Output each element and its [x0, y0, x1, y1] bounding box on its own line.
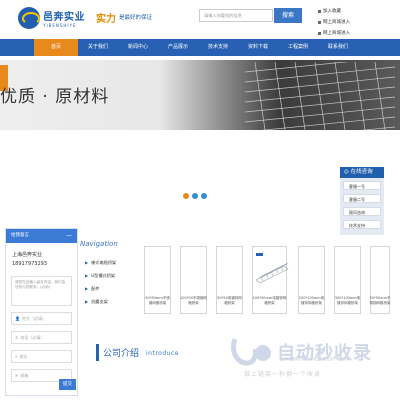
- nav-item-about[interactable]: 关于我们: [78, 39, 118, 56]
- category-item[interactable]: ▶ 配件: [85, 282, 116, 295]
- quick-link-favorite[interactable]: 加入收藏: [318, 6, 386, 17]
- online-service-panel: ◎ 在线咨询 客服一号 客服二号 顾问咨询 技术支持: [340, 167, 384, 235]
- nav-item-news[interactable]: 新闻中心: [118, 39, 158, 56]
- chat-company: 上海邑奔实业: [12, 252, 43, 258]
- search-button[interactable]: 搜索: [274, 8, 302, 23]
- product-caption[interactable]: 300*100mm电镀锌网格桥架: [334, 296, 361, 305]
- carousel-dots: [183, 193, 207, 199]
- slogan-sub: 是最好的保证: [119, 15, 153, 21]
- phone-icon: ✆: [15, 335, 19, 340]
- service-item[interactable]: 客服一号: [343, 181, 381, 190]
- carousel-dot[interactable]: [192, 193, 198, 199]
- product-caption[interactable]: 50*50mm不锈钢网格桥架: [368, 296, 392, 305]
- service-item[interactable]: 顾问咨询: [343, 207, 381, 216]
- user-icon: 👤: [15, 316, 20, 321]
- nav-item-contact[interactable]: 联系我们: [318, 39, 358, 56]
- category-item[interactable]: ▶ 抗震支架: [85, 295, 116, 308]
- nav-item-home[interactable]: 首页: [34, 39, 78, 56]
- quick-links: 加入收藏 网上商城进入 网上商城进入: [318, 6, 386, 39]
- nav-item-products[interactable]: 产品展示: [158, 39, 198, 56]
- category-label: U型槽式桥架: [91, 272, 116, 278]
- message-textarea[interactable]: 请您在此输入留言内容，我们会尽快与您联系。(必填): [11, 276, 72, 306]
- logo-en: YIBENSHIYE: [43, 22, 77, 28]
- arrow-right-icon: ▶: [85, 299, 89, 304]
- nav-item-cases[interactable]: 工程案例: [278, 39, 318, 56]
- about-title-en: introduce: [146, 350, 179, 357]
- service-list: 客服一号 客服二号 顾问咨询 技术支持: [340, 178, 384, 235]
- address-field[interactable]: ⌖ 地址: [11, 350, 72, 363]
- logo-cn: 邑奔实业: [43, 11, 85, 23]
- quick-link-label: 网上商城进入: [323, 20, 350, 25]
- service-title-label: 在线咨询: [350, 169, 373, 175]
- site-logo[interactable]: 邑奔实业 YIBENSHIYE: [18, 4, 90, 31]
- carousel-dot[interactable]: [183, 193, 189, 199]
- service-title: ◎ 在线咨询: [340, 167, 384, 178]
- product-caption[interactable]: 100*50不锈钢网格桥架: [180, 296, 207, 305]
- square-icon: [318, 21, 321, 24]
- watermark-logo-icon: [230, 338, 271, 366]
- arrow-right-icon: ▶: [85, 286, 89, 291]
- submit-button[interactable]: 提交: [59, 379, 76, 390]
- mail-icon: ✉: [15, 373, 19, 378]
- email-placeholder: 邮箱: [20, 373, 29, 378]
- service-item[interactable]: 客服二号: [343, 194, 381, 203]
- category-item[interactable]: ▶ U型槽式桥架: [85, 269, 116, 282]
- square-icon: [318, 10, 321, 13]
- message-widget: 给我留言 — 上海邑奔实业 18917973293 请您在此输入留言内容，我们会…: [5, 228, 78, 396]
- wire-mesh-image: [244, 62, 396, 130]
- arrow-right-icon: ▶: [85, 273, 89, 278]
- main-nav: 首页 关于我们 新闻中心 产品展示 技术支持 资料下载 工程案例 联系我们: [0, 39, 400, 56]
- category-label: 配件: [91, 285, 100, 291]
- quick-link-label: 加入收藏: [323, 9, 341, 14]
- nav-item-downloads[interactable]: 资料下载: [238, 39, 278, 56]
- category-item[interactable]: ▶ 梯式电缆桥架: [85, 256, 116, 269]
- category-label: 梯式电缆桥架: [91, 259, 117, 265]
- location-icon: ⌖: [15, 354, 18, 359]
- name-field[interactable]: 👤 姓名（必填）: [11, 312, 72, 325]
- logo-mark-icon: [18, 6, 40, 29]
- name-placeholder: 姓名（必填）: [21, 316, 46, 321]
- phone-field[interactable]: ✆ 电话（必填）: [11, 331, 72, 344]
- product-caption[interactable]: 50*50电镀锌网格桥架: [216, 296, 243, 305]
- banner-text: 优质 · 原材料: [0, 87, 110, 107]
- nav-item-support[interactable]: 技术支持: [198, 39, 238, 56]
- watermark: 自动秒收录 做上链接一秒拥一个收录: [229, 333, 387, 388]
- square-icon: [318, 32, 321, 35]
- product-caption[interactable]: 200*100mm电镀锌网格桥架: [298, 296, 325, 305]
- service-item[interactable]: 技术支持: [343, 220, 381, 229]
- quick-link-label: 网上商城进入: [323, 31, 350, 36]
- arrow-right-icon: ▶: [85, 260, 89, 265]
- message-widget-title: 给我留言: [11, 233, 29, 238]
- section-title-en: Navigation: [80, 240, 118, 248]
- phone-placeholder: 电话（必填）: [20, 335, 45, 340]
- product-caption[interactable]: 100*50mm电镀锌网格桥架: [252, 296, 287, 305]
- chat-phone: 18917973293: [12, 261, 47, 267]
- about-title: 公司介绍: [103, 349, 140, 359]
- slogan-main: 实力: [96, 13, 116, 25]
- quick-link-mall[interactable]: 网上商城进入: [318, 17, 386, 28]
- carousel-dot[interactable]: [201, 193, 207, 199]
- minimize-icon[interactable]: —: [66, 229, 72, 243]
- category-label: 抗震支架: [91, 298, 108, 304]
- category-list: ▶ 梯式电缆桥架 ▶ U型槽式桥架 ▶ 配件 ▶ 抗震支架: [85, 256, 116, 308]
- logo-text: 邑奔实业 YIBENSHIYE: [43, 8, 85, 28]
- watermark-subtitle: 做上链接一秒拥一个收录: [244, 371, 322, 378]
- quick-link-mall-2[interactable]: 网上商城进入: [318, 28, 386, 39]
- about-accent-bar: [96, 344, 99, 361]
- address-placeholder: 地址: [19, 354, 28, 359]
- cable-tray-image: [255, 253, 289, 284]
- message-widget-header: 给我留言 —: [6, 229, 77, 243]
- watermark-title: 自动秒收录: [277, 343, 372, 364]
- slogan: 实力 是最好的保证: [96, 10, 153, 25]
- product-caption[interactable]: 50*50mm不锈钢网格桥架: [144, 296, 171, 305]
- search-input[interactable]: 请输入你要找的信息: [199, 9, 273, 22]
